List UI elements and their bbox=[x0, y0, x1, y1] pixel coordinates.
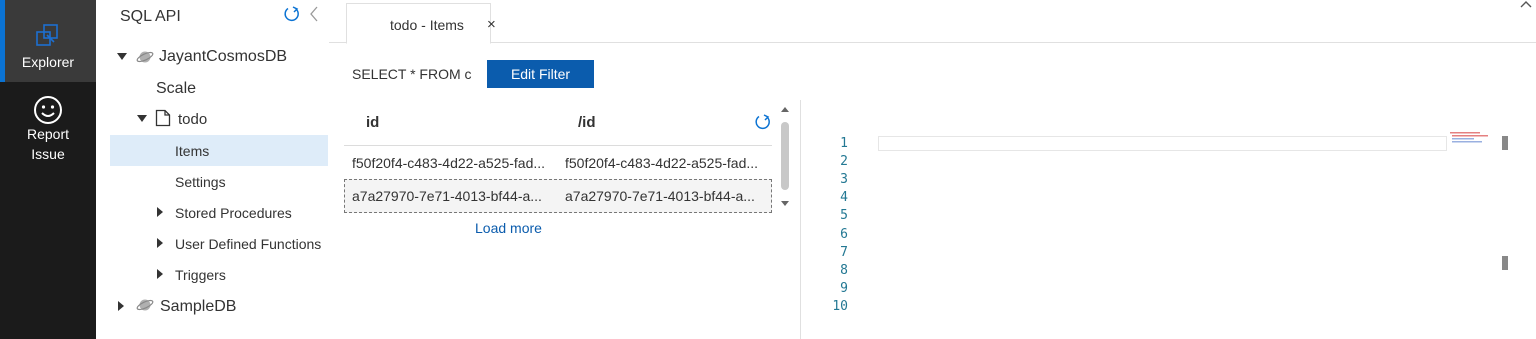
tab-bar bbox=[329, 0, 1536, 43]
row-2-id[interactable]: a7a27970-7e71-4013-bf44-a... bbox=[352, 188, 542, 204]
line-number: 2 bbox=[840, 154, 848, 170]
tree-items[interactable]: Items bbox=[175, 143, 209, 159]
stored-procedures-caret[interactable] bbox=[157, 207, 163, 217]
report-issue-label-2[interactable]: Issue bbox=[0, 146, 96, 162]
grid-scrollbar[interactable] bbox=[777, 104, 793, 210]
explorer-icon bbox=[36, 24, 58, 46]
current-line-highlight bbox=[878, 136, 1447, 151]
load-more-link[interactable]: Load more bbox=[475, 220, 542, 236]
filter-query: SELECT * FROM c bbox=[352, 66, 472, 82]
tree-scale[interactable]: Scale bbox=[156, 80, 196, 98]
column-header-id[interactable]: id bbox=[366, 114, 379, 131]
minimap bbox=[1446, 131, 1502, 147]
line-number: 9 bbox=[840, 280, 848, 296]
line-number: 1 bbox=[840, 136, 848, 151]
refresh-icon[interactable] bbox=[753, 113, 771, 131]
line-number: 6 bbox=[840, 226, 848, 242]
row-2-pk[interactable]: a7a27970-7e71-4013-bf44-a... bbox=[565, 188, 755, 204]
line-number: 3 bbox=[840, 172, 848, 188]
triggers-caret[interactable] bbox=[157, 269, 163, 279]
row-1-pk[interactable]: f50f20f4-c483-4d22-a525-fad... bbox=[565, 155, 758, 171]
tab-label[interactable]: todo - Items bbox=[390, 17, 464, 33]
line-number: 10 bbox=[832, 298, 848, 314]
tree-stored-procedures[interactable]: Stored Procedures bbox=[175, 205, 292, 221]
container-expand-caret[interactable] bbox=[137, 115, 147, 122]
cosmos-db-icon bbox=[136, 299, 154, 311]
edit-filter-button[interactable]: Edit Filter bbox=[487, 60, 594, 88]
tree-sampledb[interactable]: SampleDB bbox=[160, 298, 236, 316]
tab-close-icon[interactable]: × bbox=[487, 16, 496, 33]
line-number: 7 bbox=[840, 244, 848, 260]
header-divider bbox=[344, 145, 772, 146]
account-expand-caret[interactable] bbox=[117, 53, 127, 60]
sampledb-caret[interactable] bbox=[118, 301, 124, 311]
column-header-partition-key[interactable]: /id bbox=[578, 114, 596, 131]
smiley-icon[interactable] bbox=[32, 94, 64, 126]
tree-account[interactable]: JayantCosmosDB bbox=[159, 48, 287, 66]
tree-items-selected[interactable] bbox=[110, 135, 328, 166]
udf-caret[interactable] bbox=[157, 238, 163, 248]
api-label: SQL API bbox=[120, 8, 181, 25]
explorer-label: Explorer bbox=[21, 54, 75, 70]
pane-divider bbox=[800, 100, 801, 339]
tree-triggers[interactable]: Triggers bbox=[175, 267, 226, 283]
report-issue-label-1[interactable]: Report bbox=[0, 126, 96, 142]
cosmos-db-icon bbox=[136, 51, 154, 63]
line-number: 4 bbox=[840, 190, 848, 206]
editor-scrollbar-thumb[interactable] bbox=[1502, 136, 1508, 150]
tree-container[interactable]: todo bbox=[178, 111, 207, 128]
line-number: 8 bbox=[840, 262, 848, 278]
row-1-id[interactable]: f50f20f4-c483-4d22-a525-fad... bbox=[352, 155, 545, 171]
collapse-chevron-icon[interactable] bbox=[308, 5, 320, 23]
tree-settings[interactable]: Settings bbox=[175, 174, 226, 190]
document-icon bbox=[155, 109, 171, 127]
editor-scroll-marker bbox=[1502, 256, 1508, 270]
tree-udfs[interactable]: User Defined Functions bbox=[175, 236, 321, 252]
line-number: 5 bbox=[840, 208, 848, 224]
refresh-icon[interactable] bbox=[282, 5, 300, 23]
chevron-up-icon[interactable] bbox=[1520, 0, 1532, 8]
